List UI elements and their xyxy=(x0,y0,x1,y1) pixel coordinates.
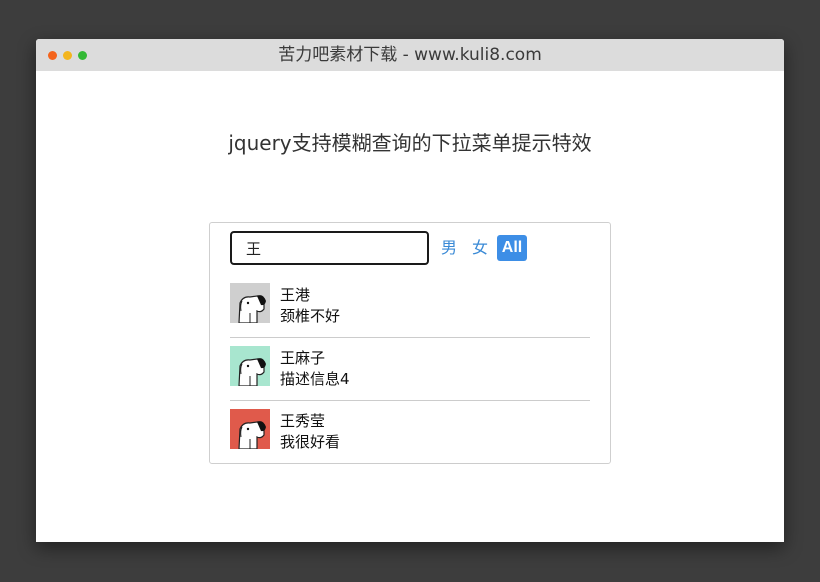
filter-male-button[interactable]: 男 xyxy=(441,235,457,261)
item-name: 王秀莹 xyxy=(280,412,326,430)
item-description: 颈椎不好 xyxy=(280,307,341,325)
filter-female-button[interactable]: 女 xyxy=(472,235,488,261)
item-description: 描述信息4 xyxy=(280,370,350,388)
dog-avatar-icon xyxy=(230,409,270,449)
results-list: 王港 颈椎不好 王麻子 描述信息4 王秀莹 我很好看 xyxy=(230,275,590,464)
item-description: 我很好看 xyxy=(280,433,341,451)
search-panel: 男 女 All 王港 颈椎不好 xyxy=(209,222,611,464)
title-bar: 苦力吧素材下载 - www.kuli8.com xyxy=(36,39,784,71)
search-input[interactable] xyxy=(230,231,429,265)
item-name: 王麻子 xyxy=(280,349,326,367)
list-item[interactable]: 王秀莹 我很好看 xyxy=(230,401,590,464)
page-heading: jquery支持模糊查询的下拉菜单提示特效 xyxy=(228,131,592,155)
list-item[interactable]: 王港 颈椎不好 xyxy=(230,275,590,338)
dog-avatar-icon xyxy=(230,283,270,323)
dog-avatar-icon xyxy=(230,346,270,386)
item-name: 王港 xyxy=(280,286,311,304)
list-item[interactable]: 王麻子 描述信息4 xyxy=(230,338,590,401)
browser-window: 苦力吧素材下载 - www.kuli8.com jquery支持模糊查询的下拉菜… xyxy=(36,39,784,542)
filter-all-button[interactable]: All xyxy=(497,235,527,261)
window-title: 苦力吧素材下载 - www.kuli8.com xyxy=(278,45,542,65)
